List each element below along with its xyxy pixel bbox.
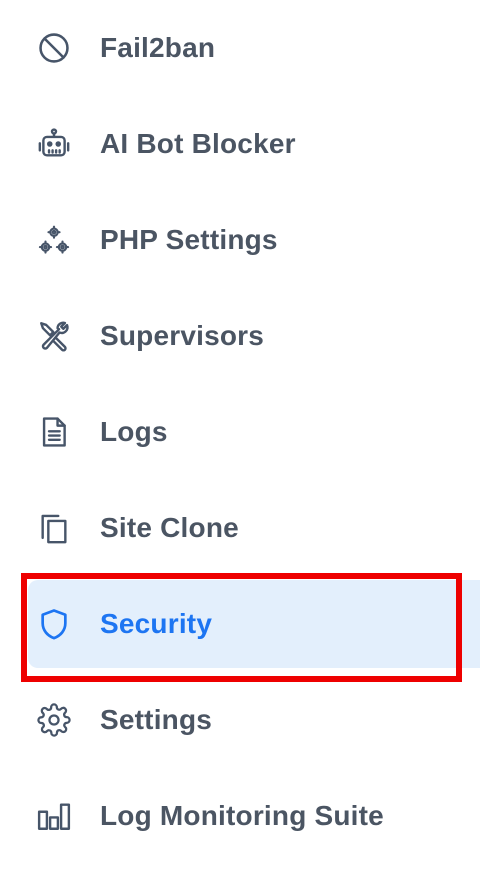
sidebar-item-label: Supervisors (100, 320, 265, 351)
cogs-icon (36, 222, 72, 258)
sidebar-item-logs[interactable]: Logs (28, 388, 480, 476)
sidebar-item-label: Log Monitoring Suite (100, 800, 384, 831)
robot-icon (36, 126, 72, 162)
sidebar-menu: Fail2ban AI Bot Blocker PHP Settings Sup… (0, 0, 492, 878)
copy-icon (36, 510, 72, 546)
sidebar-item-ai-bot-blocker[interactable]: AI Bot Blocker (28, 100, 480, 188)
gear-icon (36, 702, 72, 738)
sidebar-item-supervisors[interactable]: Supervisors (28, 292, 480, 380)
sidebar-item-php-settings[interactable]: PHP Settings (28, 196, 480, 284)
sidebar-item-site-clone[interactable]: Site Clone (28, 484, 480, 572)
ban-icon (36, 30, 72, 66)
tools-icon (36, 318, 72, 354)
sidebar-item-label: Security (100, 608, 213, 639)
document-icon (36, 414, 72, 450)
sidebar-item-label: Settings (100, 704, 213, 735)
bar-chart-icon (36, 798, 72, 834)
sidebar-item-label: AI Bot Blocker (100, 128, 296, 159)
sidebar-item-log-monitoring-suite[interactable]: Log Monitoring Suite (28, 772, 480, 860)
sidebar-item-label: Site Clone (100, 512, 239, 543)
sidebar-item-fail2ban[interactable]: Fail2ban (28, 4, 480, 92)
sidebar-item-security[interactable]: Security (28, 580, 480, 668)
sidebar-item-settings[interactable]: Settings (28, 676, 480, 764)
sidebar-item-label: PHP Settings (100, 224, 278, 255)
sidebar-item-label: Logs (100, 416, 168, 447)
sidebar-item-label: Fail2ban (100, 32, 216, 63)
shield-icon (36, 606, 72, 642)
